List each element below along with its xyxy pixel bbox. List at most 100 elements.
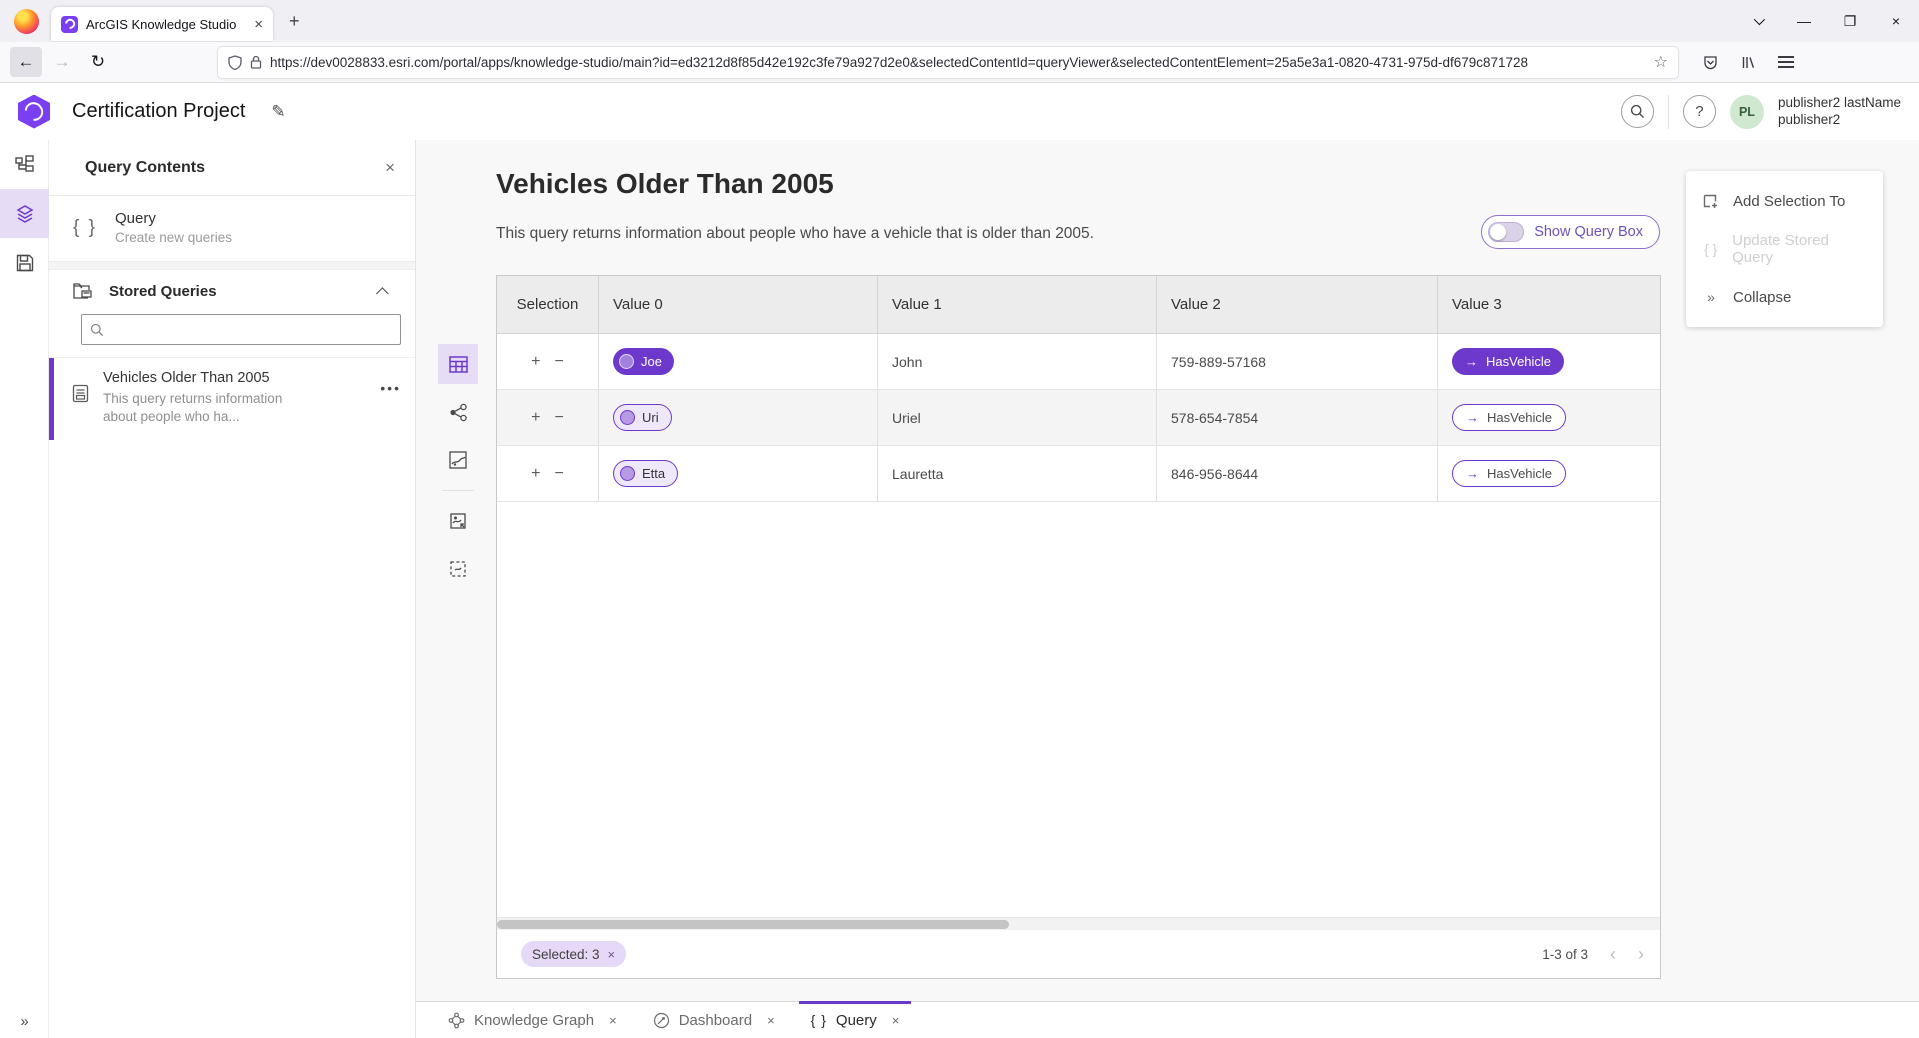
cell-value2[interactable]: 759-889-57168 xyxy=(1157,334,1438,389)
firefox-logo-icon[interactable] xyxy=(14,9,39,34)
column-header-value2[interactable]: Value 2 xyxy=(1157,276,1438,333)
navbar-right-icons xyxy=(1694,47,1802,77)
tab-close-icon[interactable]: × xyxy=(609,1013,617,1028)
add-to-map-button[interactable] xyxy=(438,501,478,541)
relationship-label: HasVehicle xyxy=(1487,410,1552,425)
pocket-save-icon[interactable] xyxy=(1694,47,1726,77)
maximize-button[interactable]: ❐ xyxy=(1827,0,1873,42)
relationship-pill[interactable]: → HasVehicle xyxy=(1452,404,1566,431)
bottom-tab-bar: Knowledge Graph × Dashboard × { } Query … xyxy=(416,1001,1919,1038)
add-selection-icon[interactable]: + xyxy=(531,409,540,427)
tab-close-icon[interactable]: × xyxy=(254,16,263,33)
panel-close-icon[interactable]: × xyxy=(385,158,395,178)
list-tabs-icon[interactable] xyxy=(1735,0,1781,42)
knowledge-graph-icon xyxy=(448,1012,465,1029)
edit-project-icon[interactable]: ✎ xyxy=(271,102,285,122)
tab-close-icon[interactable]: × xyxy=(892,1013,900,1028)
url-text[interactable]: https://dev0028833.esri.com/portal/apps/… xyxy=(270,55,1646,70)
relationship-pill[interactable]: → HasVehicle xyxy=(1452,348,1564,375)
relationship-pill[interactable]: → HasVehicle xyxy=(1452,460,1566,487)
cell-value1[interactable]: Lauretta xyxy=(878,446,1157,501)
forward-button[interactable]: → xyxy=(46,47,78,77)
column-header-value0[interactable]: Value 0 xyxy=(599,276,878,333)
stored-queries-search[interactable] xyxy=(81,314,401,345)
add-selection-icon[interactable]: + xyxy=(531,353,540,371)
cell-value2[interactable]: 846-956-8644 xyxy=(1157,446,1438,501)
tracking-shield-icon[interactable] xyxy=(228,55,242,70)
tab-dashboard[interactable]: Dashboard × xyxy=(635,1002,793,1038)
knowledge-studio-favicon xyxy=(61,16,78,33)
entity-pill[interactable]: Etta xyxy=(613,460,678,487)
menu-hamburger-icon[interactable] xyxy=(1770,47,1802,77)
link-chart-button[interactable] xyxy=(438,392,478,432)
panel-title: Query Contents xyxy=(85,159,385,177)
prev-page-icon[interactable]: ‹ xyxy=(1610,944,1616,965)
close-window-button[interactable]: × xyxy=(1873,0,1919,42)
browser-tab[interactable]: ArcGIS Knowledge Studio × xyxy=(51,7,273,41)
remove-selection-icon[interactable]: − xyxy=(555,465,564,483)
cell-value2[interactable]: 578-654-7854 xyxy=(1157,390,1438,445)
expand-rail-button[interactable]: » xyxy=(0,1013,49,1030)
help-button[interactable]: ? xyxy=(1683,95,1716,128)
avatar[interactable]: PL xyxy=(1730,95,1764,129)
back-button[interactable]: ← xyxy=(10,47,42,77)
horizontal-scrollbar[interactable] xyxy=(497,917,1660,930)
query-contents-panel: Query Contents × { } Query Create new qu… xyxy=(49,140,416,1038)
url-bar[interactable]: https://dev0028833.esri.com/portal/apps/… xyxy=(218,47,1678,78)
column-header-value1[interactable]: Value 1 xyxy=(878,276,1157,333)
query-results-table: Selection Value 0 Value 1 Value 2 Value … xyxy=(496,275,1661,979)
bookmark-star-icon[interactable]: ☆ xyxy=(1654,52,1668,72)
search-button[interactable] xyxy=(1621,95,1654,128)
cell-value1[interactable]: Uriel xyxy=(878,390,1157,445)
stored-query-icon xyxy=(72,384,89,403)
show-query-box-toggle[interactable]: Show Query Box xyxy=(1481,215,1660,249)
braces-icon: { } xyxy=(73,217,97,239)
page-description: This query returns information about peo… xyxy=(496,225,1094,243)
remove-selection-icon[interactable]: − xyxy=(555,353,564,371)
new-tab-button[interactable]: + xyxy=(289,11,300,32)
menu-item-collapse[interactable]: » Collapse xyxy=(1686,273,1883,321)
remove-selection-icon[interactable]: − xyxy=(555,409,564,427)
link-chart-icon xyxy=(449,403,468,422)
table-header-row: Selection Value 0 Value 1 Value 2 Value … xyxy=(497,276,1660,334)
next-page-icon[interactable]: › xyxy=(1638,944,1644,965)
search-input[interactable] xyxy=(112,322,392,338)
entity-pill[interactable]: Uri xyxy=(613,404,672,431)
column-header-value3[interactable]: Value 3 xyxy=(1438,276,1660,333)
menu-item-add-selection-to[interactable]: Add Selection To xyxy=(1686,177,1883,225)
stored-queries-header[interactable]: Stored Queries xyxy=(49,270,415,310)
new-map-button[interactable] xyxy=(438,440,478,480)
item-options-icon[interactable]: ••• xyxy=(380,380,401,426)
select-area-button[interactable] xyxy=(438,549,478,589)
toolbar-divider xyxy=(442,490,474,491)
clear-selection-icon[interactable]: × xyxy=(608,947,616,962)
scrollbar-thumb[interactable] xyxy=(497,920,1009,929)
table-view-button[interactable] xyxy=(438,344,478,384)
add-selection-icon[interactable]: + xyxy=(531,465,540,483)
main-content: Vehicles Older Than 2005 This query retu… xyxy=(416,140,1919,1038)
library-icon[interactable] xyxy=(1732,47,1764,77)
tab-query[interactable]: { } Query × xyxy=(793,1002,918,1038)
rail-item-data-model[interactable] xyxy=(0,140,49,189)
lock-icon[interactable] xyxy=(250,55,262,69)
column-header-selection[interactable]: Selection xyxy=(497,276,599,333)
cell-value1[interactable]: John xyxy=(878,334,1157,389)
menu-item-update-stored-query[interactable]: { } Update Stored Query xyxy=(1686,225,1883,273)
stored-query-item[interactable]: Vehicles Older Than 2005 This query retu… xyxy=(49,357,415,440)
reload-button[interactable]: ↻ xyxy=(82,47,114,77)
table-empty-area xyxy=(497,502,1660,917)
minimize-button[interactable]: — xyxy=(1781,0,1827,42)
entity-pill[interactable]: Joe xyxy=(613,348,674,375)
rail-item-layers[interactable] xyxy=(0,189,49,238)
toggle-switch[interactable] xyxy=(1488,222,1524,242)
collapse-section-icon[interactable] xyxy=(376,287,389,300)
query-create-item[interactable]: { } Query Create new queries xyxy=(49,196,415,261)
browser-tab-title: ArcGIS Knowledge Studio xyxy=(86,17,246,32)
browser-tab-strip: ArcGIS Knowledge Studio × + — ❐ × xyxy=(0,0,1919,42)
user-name[interactable]: publisher2 lastName publisher2 xyxy=(1778,95,1901,129)
rail-item-save[interactable] xyxy=(0,238,49,287)
selected-count-chip[interactable]: Selected: 3 × xyxy=(521,941,626,967)
tab-close-icon[interactable]: × xyxy=(767,1013,775,1028)
stored-queries-title: Stored Queries xyxy=(109,283,364,300)
tab-knowledge-graph[interactable]: Knowledge Graph × xyxy=(430,1002,635,1038)
